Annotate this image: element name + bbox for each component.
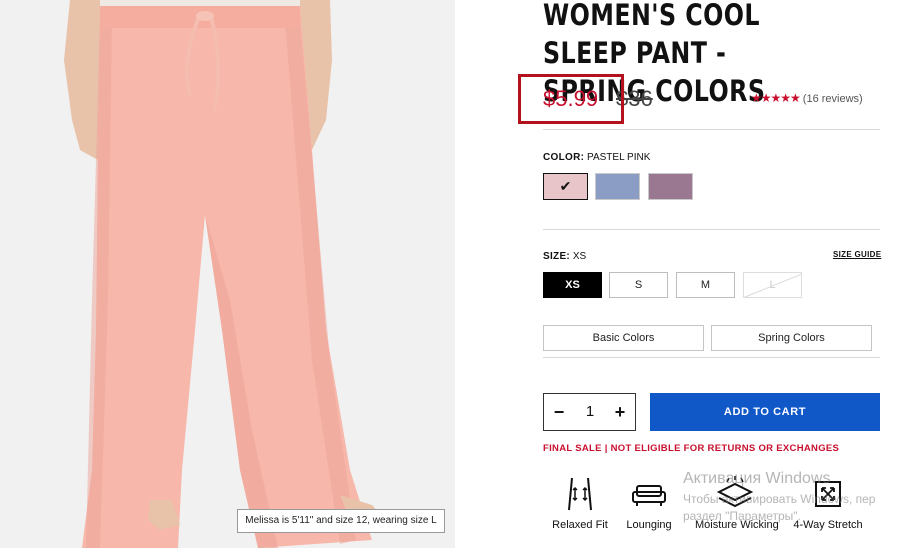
color-swatch-mauve[interactable] xyxy=(648,173,693,200)
color-swatch-pastel-pink[interactable]: ✔ xyxy=(543,173,588,200)
star-icons: ★★★★★ xyxy=(751,91,801,105)
review-count[interactable]: (16 reviews) xyxy=(803,93,863,105)
feature-moisture-wicking: Moisture Wicking xyxy=(695,474,779,531)
size-label-prefix: SIZE: xyxy=(543,251,571,262)
decrease-quantity-button[interactable]: − xyxy=(548,394,570,430)
size-option-l[interactable]: L xyxy=(743,272,802,298)
divider xyxy=(543,129,880,130)
stretch-icon xyxy=(815,481,841,507)
divider xyxy=(543,229,880,230)
size-label: SIZE: XS xyxy=(543,251,586,262)
divider xyxy=(543,357,880,358)
feature-label: Lounging xyxy=(626,519,672,531)
quantity-stepper: − 1 + xyxy=(543,393,636,431)
color-swatch-blue[interactable] xyxy=(595,173,640,200)
sofa-icon xyxy=(632,485,666,506)
color-selected-name: PASTEL PINK xyxy=(587,152,651,163)
feature-label: 4-Way Stretch xyxy=(793,519,863,531)
price-highlight-box xyxy=(518,74,624,124)
relaxed-fit-icon xyxy=(568,477,592,511)
quantity-value[interactable]: 1 xyxy=(577,394,603,430)
unavailable-slash xyxy=(744,273,801,297)
collection-basic-colors[interactable]: Basic Colors xyxy=(543,325,704,351)
layers-icon xyxy=(716,476,754,508)
rating[interactable]: ★★★★★ (16 reviews) xyxy=(751,91,863,105)
size-selected-name: XS xyxy=(572,251,587,262)
size-option-xs[interactable]: XS xyxy=(543,272,602,298)
checkmark-icon: ✔ xyxy=(559,178,572,194)
model-size-caption: Melissa is 5'11" and size 12, wearing si… xyxy=(237,509,445,533)
size-option-s[interactable]: S xyxy=(609,272,668,298)
size-guide-link[interactable]: SIZE GUIDE xyxy=(833,250,881,259)
product-image[interactable]: Melissa is 5'11" and size 12, wearing si… xyxy=(0,0,455,548)
feature-label: Moisture Wicking xyxy=(695,519,779,531)
pants-photo xyxy=(64,0,385,548)
feature-relaxed-fit: Relaxed Fit xyxy=(540,474,620,531)
feature-label: Relaxed Fit xyxy=(552,519,608,531)
feature-lounging: Lounging xyxy=(609,474,689,531)
color-label-prefix: COLOR: xyxy=(543,152,585,163)
add-to-cart-button[interactable]: ADD TO CART xyxy=(650,393,880,431)
increase-quantity-button[interactable]: + xyxy=(609,394,631,430)
size-option-m[interactable]: M xyxy=(676,272,735,298)
final-sale-notice: FINAL SALE | NOT ELIGIBLE FOR RETURNS OR… xyxy=(543,443,840,454)
color-label: COLOR: PASTEL PINK xyxy=(543,152,650,163)
collection-spring-colors[interactable]: Spring Colors xyxy=(711,325,872,351)
feature-4-way-stretch: 4-Way Stretch xyxy=(788,474,868,531)
